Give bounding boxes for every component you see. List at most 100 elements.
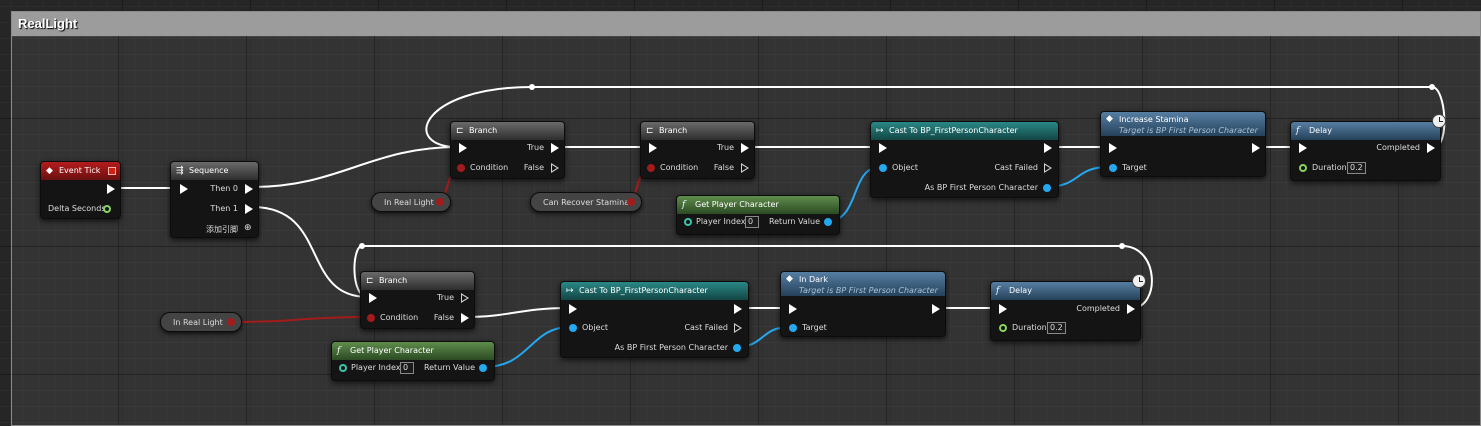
bool-out-pin[interactable] (627, 198, 635, 206)
exec-wire (251, 146, 459, 188)
variable-label: In Real Light (384, 198, 434, 207)
blueprint-graph-canvas[interactable]: RealLight ◆ Event Tick Delta Seconds ⇶ S… (0, 0, 1481, 426)
pin-label: Player Index (351, 363, 401, 372)
pin-label: Cast Failed (684, 323, 728, 332)
cast-failed-exec-pin[interactable] (1044, 163, 1052, 173)
true-exec-pin[interactable] (551, 143, 559, 153)
player-index-input[interactable]: 0 (400, 362, 414, 374)
exec-out-pin[interactable] (734, 304, 742, 314)
get-player-character-node[interactable]: f Get Player Character Player Index 0 Re… (331, 341, 495, 381)
completed-exec-pin[interactable] (1427, 143, 1435, 153)
increase-stamina-node[interactable]: ◆ Increase Stamina Target is BP First Pe… (1100, 111, 1266, 177)
branch-node[interactable]: ⊏ Branch True Condition False (360, 271, 475, 329)
exec-in-pin[interactable] (879, 143, 887, 153)
node-header: ⇶ Sequence (171, 162, 258, 180)
exec-in-pin[interactable] (569, 304, 577, 314)
exec-in-pin[interactable] (1109, 143, 1117, 153)
false-exec-pin[interactable] (741, 163, 749, 173)
float-pin[interactable] (103, 205, 111, 213)
exec-in-pin[interactable] (459, 143, 467, 153)
exec-in-pin[interactable] (180, 184, 188, 194)
exec-out-pin[interactable] (932, 304, 940, 314)
event-tick-node[interactable]: ◆ Event Tick Delta Seconds (40, 161, 121, 219)
add-pin-icon[interactable]: ⊕ (244, 223, 252, 233)
return-value-pin[interactable] (824, 218, 832, 226)
branch-node[interactable]: ⊏ Branch True Condition False (450, 121, 565, 179)
node-title: Cast To BP_FirstPersonCharacter (889, 126, 1018, 135)
exec-out-pin[interactable] (245, 184, 253, 194)
exec-out-pin[interactable] (1252, 143, 1260, 153)
condition-pin[interactable] (647, 164, 655, 172)
object-pin[interactable] (569, 324, 577, 332)
pin-label: Target (1122, 163, 1147, 172)
false-exec-pin[interactable] (461, 313, 469, 323)
in-real-light-variable[interactable]: In Real Light (371, 192, 451, 212)
target-pin[interactable] (1109, 164, 1117, 172)
object-wire (483, 326, 571, 368)
pin-label: As BP First Person Character (924, 183, 1038, 192)
node-title: Branch (469, 126, 498, 135)
node-header: ↦ Cast To BP_FirstPersonCharacter (561, 282, 748, 300)
player-index-input[interactable]: 0 (745, 216, 759, 228)
bool-out-pin[interactable] (227, 318, 235, 326)
pin-label: True (527, 143, 544, 152)
pin-label: Cast Failed (994, 163, 1038, 172)
exec-out-pin[interactable] (245, 204, 253, 214)
function-icon: f (996, 286, 1000, 296)
duration-input[interactable]: 0.2 (1347, 162, 1366, 174)
player-index-pin[interactable] (339, 364, 347, 372)
exec-in-pin[interactable] (369, 293, 377, 303)
node-title: Branch (379, 276, 408, 285)
node-title: Branch (659, 126, 688, 135)
sequence-node[interactable]: ⇶ Sequence Then 0 Then 1 添加引脚 ⊕ (170, 161, 259, 238)
node-title: Event Tick (59, 166, 101, 175)
branch-node[interactable]: ⊏ Branch True Condition False (640, 121, 755, 179)
exec-out-pin[interactable] (1044, 143, 1052, 153)
cast-to-first-person-character-node[interactable]: ↦ Cast To BP_FirstPersonCharacter Object… (560, 281, 749, 358)
pin-label: Object (892, 163, 919, 172)
return-value-pin[interactable] (479, 364, 487, 372)
branch-icon: ⊏ (366, 276, 374, 286)
in-real-light-variable[interactable]: In Real Light (160, 312, 242, 332)
bool-out-pin[interactable] (436, 198, 444, 206)
node-header: ↦ Cast To BP_FirstPersonCharacter (871, 122, 1058, 140)
as-character-pin[interactable] (1043, 184, 1051, 192)
completed-exec-pin[interactable] (1127, 304, 1135, 314)
function-icon: f (682, 200, 686, 210)
add-pin-label[interactable]: 添加引脚 (206, 225, 238, 235)
sequence-icon: ⇶ (176, 166, 184, 176)
exec-out-pin[interactable] (107, 184, 115, 194)
pin-label: Condition (470, 163, 509, 172)
event-delegate-icon[interactable] (108, 167, 116, 175)
duration-pin[interactable] (999, 324, 1007, 332)
condition-pin[interactable] (367, 314, 375, 322)
node-title: Delay (1309, 126, 1332, 135)
player-index-pin[interactable] (684, 218, 692, 226)
get-player-character-node[interactable]: f Get Player Character Player Index 0 Re… (676, 195, 840, 235)
function-diamond-icon: ◆ (1106, 114, 1113, 124)
duration-pin[interactable] (1299, 164, 1307, 172)
true-exec-pin[interactable] (461, 293, 469, 303)
condition-pin[interactable] (457, 164, 465, 172)
as-character-pin[interactable] (733, 344, 741, 352)
node-subtitle: Target is BP First Person Character (799, 286, 938, 295)
exec-in-pin[interactable] (999, 304, 1007, 314)
exec-in-pin[interactable] (1299, 143, 1307, 153)
exec-in-pin[interactable] (789, 304, 797, 314)
true-exec-pin[interactable] (741, 143, 749, 153)
cast-to-first-person-character-node[interactable]: ↦ Cast To BP_FirstPersonCharacter Object… (870, 121, 1059, 198)
pin-label: Condition (380, 313, 419, 322)
can-recover-stamina-variable[interactable]: Can Recover Stamina (530, 192, 642, 212)
in-dark-node[interactable]: ◆ In Dark Target is BP First Person Char… (780, 271, 946, 337)
delay-node[interactable]: f Delay Completed Duration 0.2 (1290, 114, 1446, 181)
reroute-knot (359, 243, 365, 249)
exec-in-pin[interactable] (649, 143, 657, 153)
delay-node[interactable]: f Delay Completed Duration 0.2 (990, 274, 1146, 341)
cast-failed-exec-pin[interactable] (734, 323, 742, 333)
duration-input[interactable]: 0.2 (1047, 322, 1066, 334)
object-pin[interactable] (879, 164, 887, 172)
target-pin[interactable] (789, 324, 797, 332)
node-header: f Get Player Character (677, 196, 839, 214)
pin-label: As BP First Person Character (614, 343, 728, 352)
false-exec-pin[interactable] (551, 163, 559, 173)
